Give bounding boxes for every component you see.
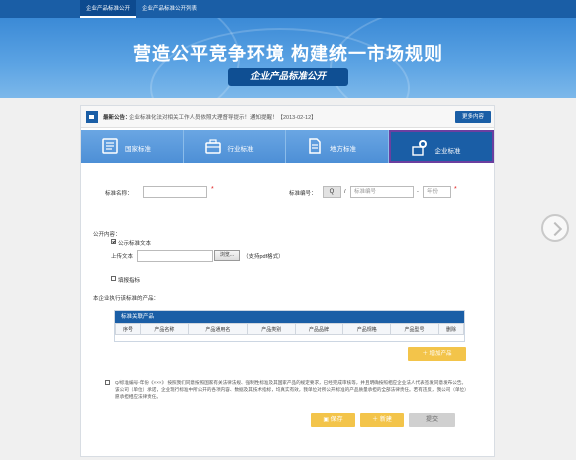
main-panel: 最新公告： 企业标准化法对相关工作人员依照大理督导提示！通知提醒！【2013-0… — [80, 105, 495, 457]
public-text-checkbox[interactable] — [111, 239, 116, 244]
column-header: 删除 — [437, 323, 465, 335]
top-nav: 企业产品标准公开 企业产品标准公开列表 — [80, 0, 203, 18]
tab-industry-standard[interactable]: 行业标准 — [183, 130, 286, 163]
banner-title: 营造公平竞争环境 构建统一市场规则 — [133, 44, 443, 64]
notice-bar: 最新公告： 企业标准化法对相关工作人员依照大理督导提示！通知提醒！【2013-0… — [81, 106, 494, 128]
declaration-checkbox[interactable] — [105, 380, 110, 385]
briefcase-icon — [204, 139, 221, 154]
more-content-button[interactable]: 更多内容 — [455, 111, 491, 123]
indicator-option-label: 填报指标 — [118, 278, 141, 284]
save-icon: ▣ — [323, 417, 331, 423]
upload-hint: （支持pdf格式） — [243, 254, 284, 260]
notice-link[interactable]: 企业标准化法对相关工作人员依照大理督导提示！通知提醒！【2013-02-12】 — [129, 113, 317, 121]
dash-separator: / — [344, 189, 346, 195]
banner-subtitle: 企业产品标准公开 — [249, 71, 326, 82]
new-label: 新建 — [379, 417, 392, 423]
new-button[interactable]: ＋ 新建 — [360, 413, 404, 427]
products-table: 序号 产品名称 产品通用名 产品类别 产品品牌 产品规格 产品型号 删除 — [114, 323, 465, 335]
next-arrow-icon[interactable] — [541, 214, 569, 242]
tab-label: 行业标准 — [227, 146, 254, 153]
required-mark: * — [454, 186, 457, 193]
table-header-row: 序号 产品名称 产品通用名 产品类别 产品品牌 产品规格 产品型号 删除 — [114, 323, 465, 335]
enterprise-search-icon — [411, 140, 427, 156]
tab-label: 国家标准 — [125, 146, 151, 153]
related-products-header: 标准关联产品 — [115, 311, 464, 323]
column-header: 产品通用名 — [187, 323, 248, 335]
tab-label: 企业标准 — [434, 148, 461, 155]
standard-name-label: 标准名称： — [105, 191, 133, 197]
banner-subtitle-box: 企业产品标准公开 — [228, 68, 348, 86]
document-icon — [309, 138, 321, 154]
q-prefix-box: Q — [323, 186, 341, 198]
standard-name-input[interactable] — [143, 186, 207, 198]
required-mark: * — [211, 186, 214, 193]
year-input[interactable]: 年份 — [423, 186, 451, 198]
upload-label: 上传文本 — [111, 254, 134, 260]
column-header: 产品型号 — [390, 323, 439, 335]
upload-file-input[interactable] — [137, 250, 213, 262]
column-header: 产品名称 — [140, 323, 189, 335]
column-header: 产品类别 — [246, 323, 296, 335]
public-text-option-label: 公示标准文本 — [118, 241, 152, 247]
submit-button[interactable]: 提交 — [409, 413, 455, 427]
standard-number-input[interactable]: 标准编号 — [350, 186, 414, 198]
nav-item-standard-publish[interactable]: 企业产品标准公开 — [80, 0, 137, 18]
tab-label: 地方标准 — [330, 146, 356, 153]
book-icon — [102, 138, 118, 154]
megaphone-icon — [86, 111, 98, 123]
standard-type-tabs: 国家标准 行业标准 地方标准 企业标准 — [81, 130, 494, 163]
notice-label: 最新公告： — [103, 115, 131, 121]
product-section-label: 本企业执行该标准的产品： — [93, 296, 160, 302]
tab-local-standard[interactable]: 地方标准 — [286, 130, 389, 163]
browse-button[interactable]: 浏览... — [214, 250, 240, 261]
add-product-button[interactable]: ＋ 增加产品 — [408, 347, 466, 361]
column-header: 产品规格 — [342, 323, 392, 335]
declaration: Q/标准编号-年份《×××》 按照我们同意按照国家有关法律法规、强制性标准及其国… — [105, 379, 467, 400]
save-button[interactable]: ▣ 保存 — [311, 413, 355, 427]
top-nav-bar: 企业产品标准公开 企业产品标准公开列表 — [0, 0, 576, 18]
declaration-text: Q/标准编号-年份《×××》 按照我们同意按照国家有关法律法规、强制性标准及其国… — [115, 380, 467, 399]
standard-number-label: 标准编号： — [289, 191, 317, 197]
nav-item-standard-list[interactable]: 企业产品标准公开列表 — [136, 0, 203, 18]
related-products-panel: 标准关联产品 序号 产品名称 产品通用名 产品类别 产品品牌 产品规格 产品型号… — [114, 310, 465, 342]
tab-enterprise-standard[interactable]: 企业标准 — [388, 130, 494, 163]
dash-separator: - — [417, 189, 419, 195]
plus-icon: ＋ — [422, 351, 430, 357]
plus-icon: ＋ — [372, 417, 380, 423]
column-header: 产品品牌 — [294, 323, 344, 335]
save-label: 保存 — [330, 417, 343, 423]
add-product-label: 增加产品 — [429, 351, 452, 357]
indicator-checkbox[interactable] — [111, 276, 116, 281]
hero-banner: 营造公平竞争环境 构建统一市场规则 企业产品标准公开 — [0, 18, 576, 98]
column-header: 序号 — [114, 323, 142, 335]
public-content-label: 公开内容： — [93, 232, 121, 238]
tab-national-standard[interactable]: 国家标准 — [81, 130, 184, 163]
